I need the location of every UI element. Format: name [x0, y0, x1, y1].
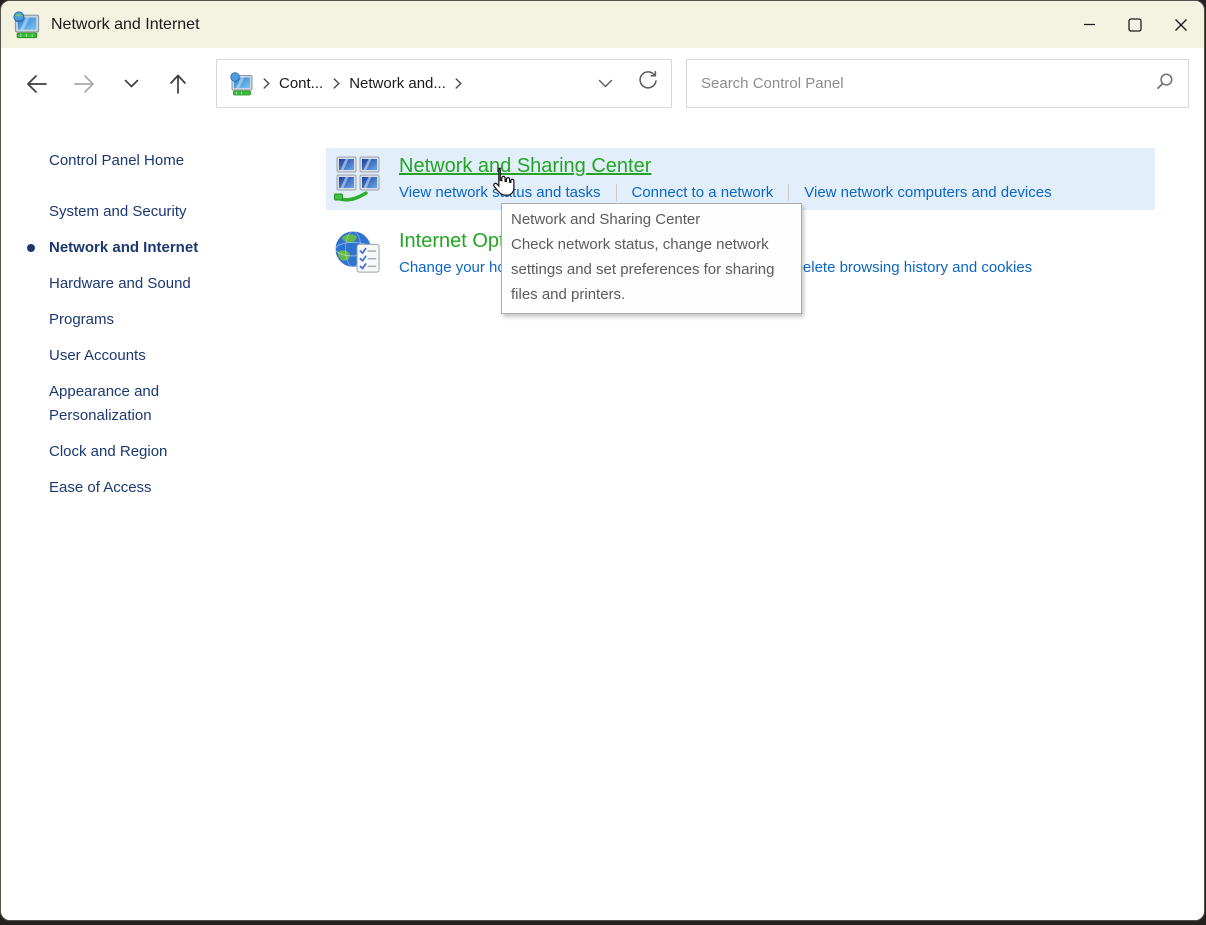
sidebar-item-appearance-and-personalization[interactable]: Appearance and Personalization — [1, 374, 201, 434]
chevron-down-icon — [124, 79, 139, 88]
window-controls — [1066, 1, 1204, 48]
sidebar-item-ease-of-access[interactable]: Ease of Access — [1, 470, 231, 506]
forward-arrow-icon — [72, 73, 96, 95]
active-item-bullet-icon — [27, 244, 35, 252]
sidebar: Control Panel Home System and Security N… — [1, 119, 326, 920]
back-arrow-icon — [25, 73, 49, 95]
search-input[interactable] — [701, 75, 1155, 92]
delete-browsing-history-link[interactable]: Delete browsing history and cookies — [792, 259, 1032, 276]
back-button[interactable] — [21, 67, 53, 101]
forward-button[interactable] — [68, 67, 100, 101]
refresh-button[interactable] — [637, 70, 659, 97]
search-icon[interactable] — [1155, 72, 1174, 96]
search-box[interactable] — [686, 59, 1189, 108]
chevron-down-icon — [598, 79, 613, 88]
tooltip: Network and Sharing Center Check network… — [501, 203, 802, 314]
sidebar-item-system-and-security[interactable]: System and Security — [1, 194, 231, 230]
internet-options-icon[interactable] — [334, 229, 382, 279]
sidebar-item-hardware-and-sound[interactable]: Hardware and Sound — [1, 266, 231, 302]
sidebar-item-clock-and-region[interactable]: Clock and Region — [1, 434, 231, 470]
address-bar[interactable]: Cont... Network and... — [216, 59, 672, 108]
navigation-bar: Cont... Network and... — [1, 48, 1204, 119]
breadcrumb-chevron-icon[interactable] — [451, 78, 467, 90]
hand-cursor — [488, 167, 516, 199]
maximize-icon — [1128, 18, 1142, 32]
window-title: Network and Internet — [51, 16, 200, 34]
view-network-computers-link[interactable]: View network computers and devices — [804, 184, 1051, 201]
network-and-internet-app-icon — [12, 11, 42, 39]
close-button[interactable] — [1158, 1, 1204, 48]
minimize-icon — [1083, 18, 1096, 31]
recent-locations-button[interactable] — [115, 67, 147, 101]
sidebar-item-programs[interactable]: Programs — [1, 302, 231, 338]
breadcrumb-item-control-panel[interactable]: Cont... — [277, 75, 325, 92]
link-separator — [616, 184, 617, 201]
tooltip-title: Network and Sharing Center — [511, 207, 792, 232]
network-and-internet-location-icon — [229, 72, 255, 96]
minimize-button[interactable] — [1066, 1, 1112, 48]
breadcrumb-chevron-icon[interactable] — [328, 78, 344, 90]
sidebar-item-user-accounts[interactable]: User Accounts — [1, 338, 231, 374]
maximize-button[interactable] — [1112, 1, 1158, 48]
titlebar: Network and Internet — [1, 1, 1204, 48]
connect-to-network-link[interactable]: Connect to a network — [632, 184, 774, 201]
refresh-icon — [637, 70, 659, 92]
sidebar-item-network-and-internet[interactable]: Network and Internet — [1, 230, 231, 266]
close-icon — [1174, 18, 1188, 32]
category-row-network-and-sharing-center: Network and Sharing Center View network … — [326, 148, 1155, 210]
tooltip-body: Check network status, change network set… — [511, 232, 792, 307]
sidebar-item-control-panel-home[interactable]: Control Panel Home — [1, 143, 231, 179]
network-and-sharing-center-icon[interactable] — [334, 154, 382, 204]
up-button[interactable] — [162, 67, 194, 101]
address-dropdown-button[interactable] — [598, 75, 613, 93]
link-separator — [788, 184, 789, 201]
breadcrumb-item-network-and-internet[interactable]: Network and... — [347, 75, 448, 92]
breadcrumb-chevron-icon[interactable] — [258, 78, 274, 90]
control-panel-window: Network and Internet — [0, 0, 1205, 921]
up-arrow-icon — [167, 72, 189, 96]
sidebar-item-label: Network and Internet — [49, 239, 198, 256]
